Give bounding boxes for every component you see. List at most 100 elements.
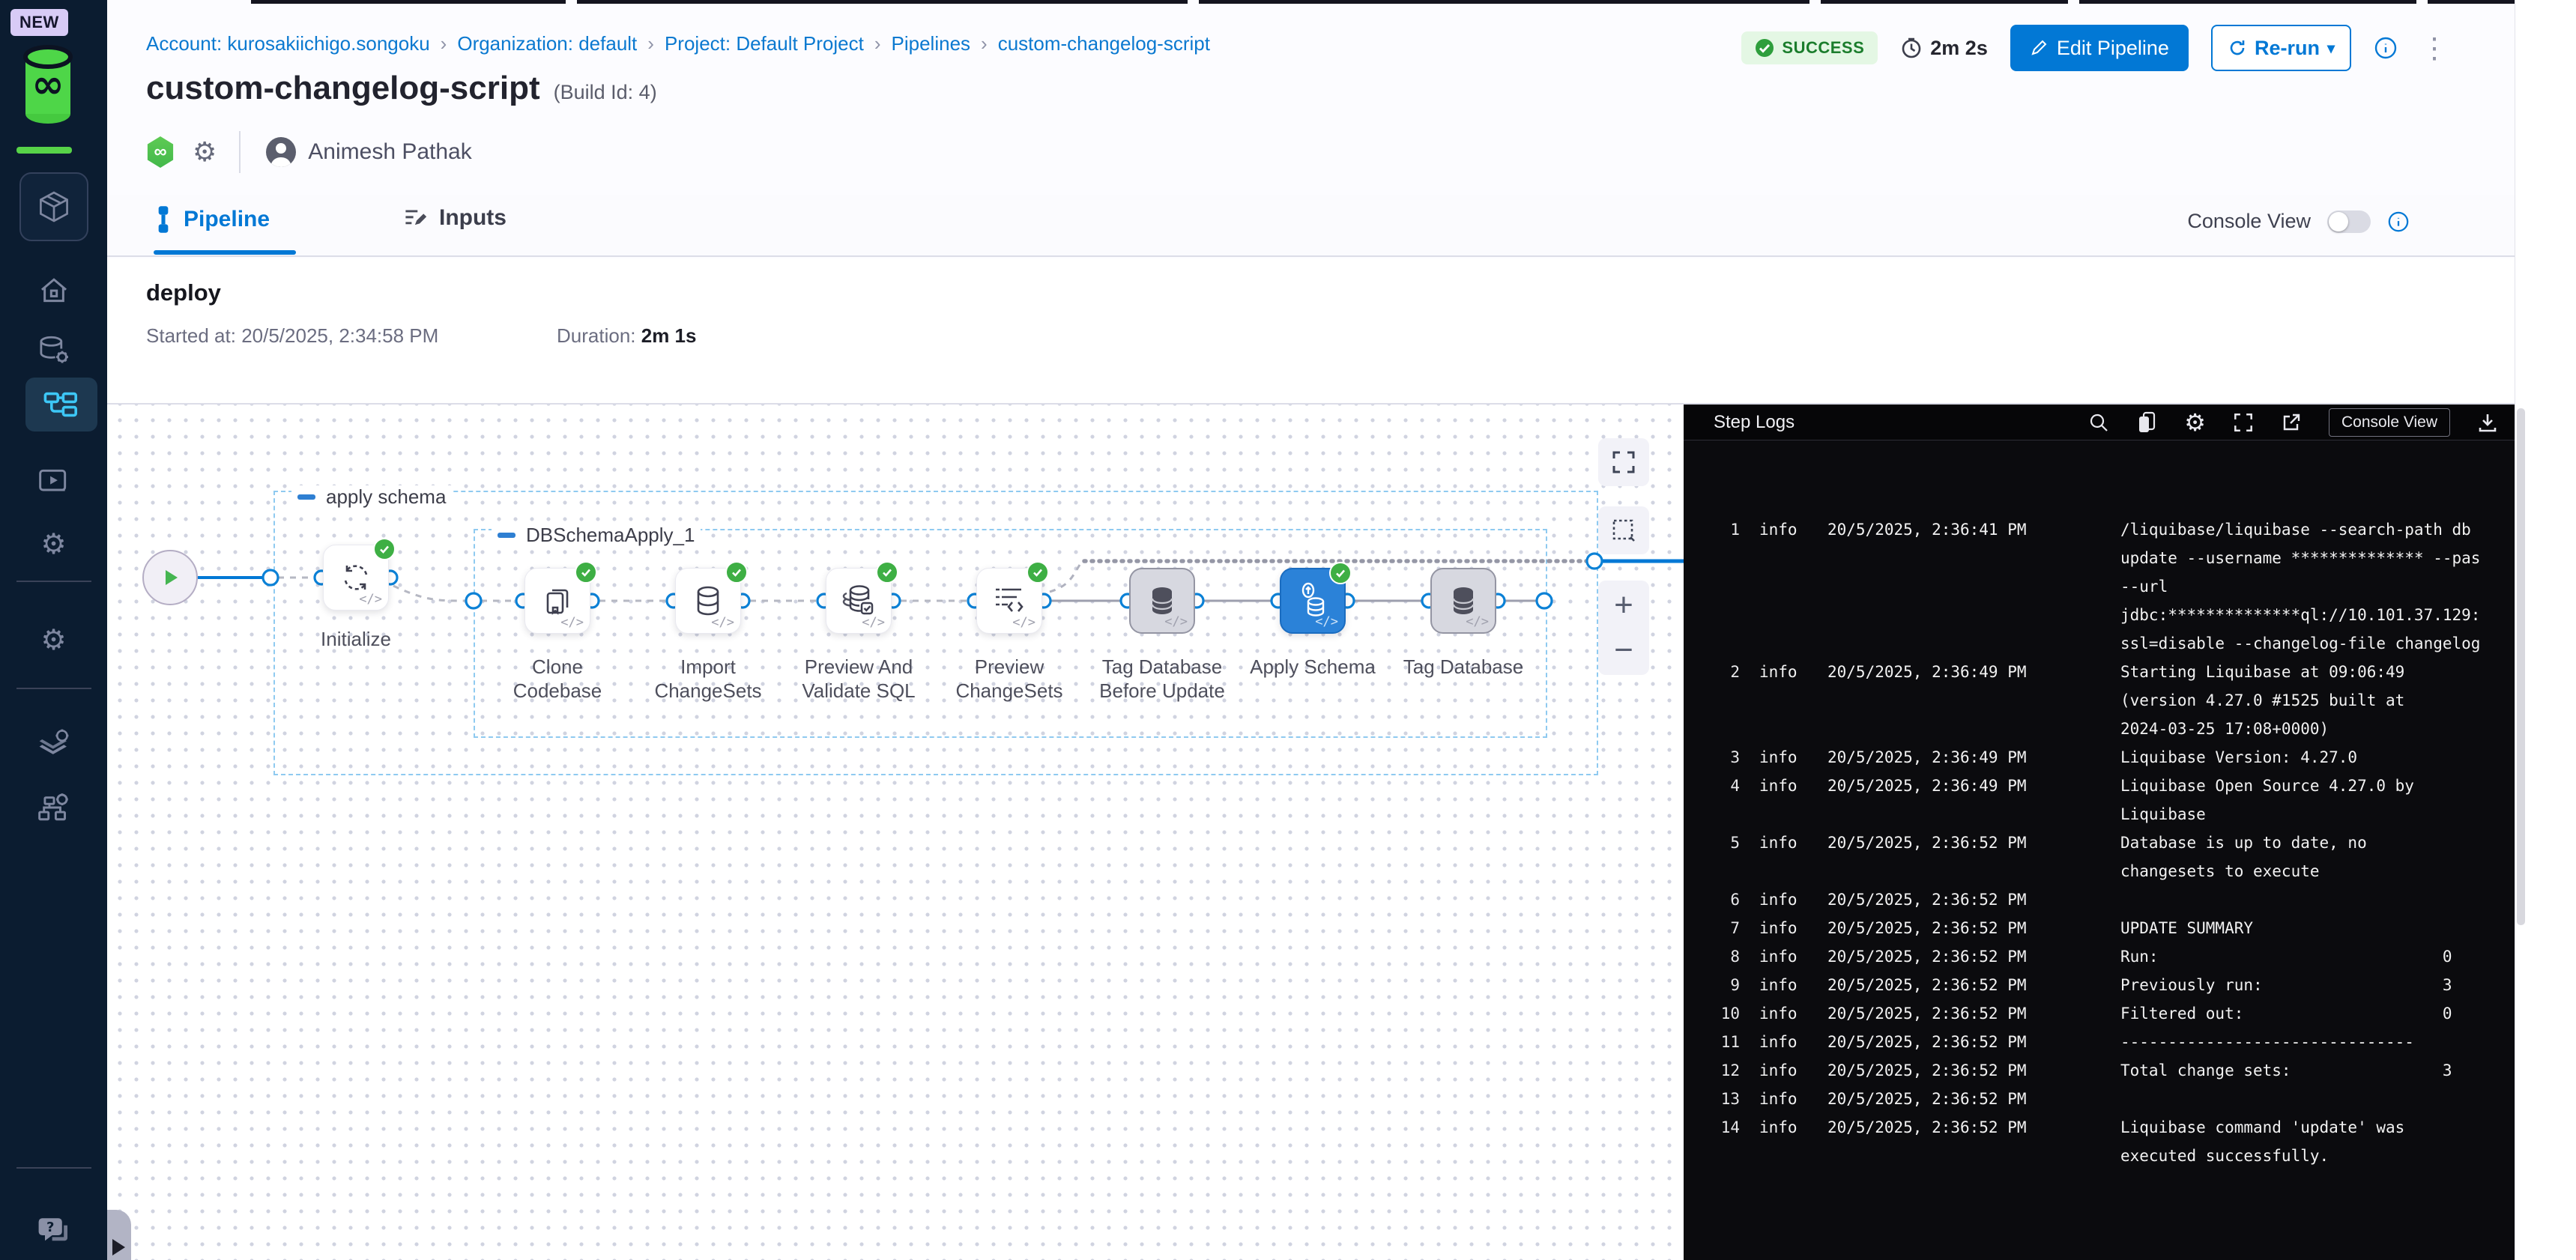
pipeline-node-initialize[interactable]: </> (323, 545, 389, 611)
sidebar-item-executions[interactable] (0, 455, 107, 508)
info-icon[interactable] (2387, 210, 2410, 233)
download-icon[interactable] (2477, 412, 2498, 433)
console-view-toggle[interactable] (2327, 210, 2371, 233)
log-line-number (1684, 1142, 1740, 1170)
pipeline-node-clone-codebase[interactable]: </> (524, 568, 590, 634)
pipeline-node-preview-and-validate-sql[interactable]: </> (826, 568, 892, 634)
log-timestamp: 20/5/2025, 2:36:52 PM (1827, 829, 2120, 857)
gear-icon[interactable]: ⚙ (193, 136, 217, 168)
info-icon[interactable] (2374, 36, 2398, 60)
svg-text:?: ? (46, 1220, 53, 1235)
canvas-zoom-control[interactable]: + − (1598, 581, 1649, 675)
log-message: Liquibase (2120, 800, 2515, 829)
canvas-marquee-select-button[interactable] (1598, 506, 1649, 554)
page-title: custom-changelog-script(Build Id: 4) (146, 70, 657, 107)
node-label: Clone Codebase (486, 655, 629, 703)
log-row: 1info20/5/2025, 2:36:41 PM/liquibase/liq… (1684, 515, 2515, 544)
log-message: ssl=disable --changelog-file changelog (2120, 629, 2515, 658)
log-row: 11info20/5/2025, 2:36:52 PM-------------… (1684, 1028, 2515, 1056)
log-level (1759, 572, 1827, 601)
node-label: Tag Database (1392, 655, 1535, 679)
pipeline-node-tag-database-before-update[interactable]: </> (1129, 568, 1195, 634)
code-icon: </> (711, 615, 734, 630)
zoom-in-icon[interactable]: + (1614, 589, 1633, 622)
tab-pipeline[interactable]: Pipeline (154, 205, 270, 234)
log-level (1759, 857, 1827, 885)
pipeline-tab-icon (154, 205, 173, 234)
breadcrumb-organization[interactable]: Organization: default (457, 32, 637, 55)
tab-inputs[interactable]: Inputs (403, 205, 507, 231)
breadcrumb-pipelines[interactable]: Pipelines (892, 32, 971, 55)
start-node[interactable] (142, 550, 198, 605)
pipeline-node-apply-schema[interactable]: </> (1280, 568, 1346, 634)
log-body[interactable]: 1info20/5/2025, 2:36:41 PM/liquibase/liq… (1684, 440, 2515, 1260)
open-external-icon[interactable] (2281, 412, 2302, 433)
log-message: Liquibase Version: 4.27.0 (2120, 743, 2515, 772)
log-level (1759, 1142, 1827, 1170)
scrollbar-track (2515, 0, 2576, 1260)
sidebar-item-pipelines[interactable] (25, 378, 97, 431)
canvas-fullscreen-button[interactable] (1598, 438, 1649, 486)
log-line-number (1684, 601, 1740, 629)
pipeline-node-preview-changesets[interactable]: </> (976, 568, 1042, 634)
build-id: (Build Id: 4) (554, 81, 657, 103)
log-message: Filtered out: 0 (2120, 999, 2515, 1028)
log-timestamp: 20/5/2025, 2:36:52 PM (1827, 1056, 2120, 1085)
log-timestamp: 20/5/2025, 2:36:49 PM (1827, 658, 2120, 686)
breadcrumb-separator: › (981, 32, 988, 55)
avatar (266, 137, 296, 167)
sidebar-item-database-settings[interactable] (0, 324, 107, 377)
sidebar-divider (16, 581, 91, 582)
log-timestamp: 20/5/2025, 2:36:52 PM (1827, 914, 2120, 942)
node-label: Tag Database Before Update (1091, 655, 1233, 703)
log-line-number: 4 (1684, 772, 1740, 800)
log-level: info (1759, 885, 1827, 914)
sidebar-item-gear[interactable]: ⚙ (0, 518, 107, 571)
cd-module-icon: ∞ (146, 136, 175, 168)
success-check-icon (725, 561, 748, 584)
log-row: 8info20/5/2025, 2:36:52 PMRun: 0 (1684, 942, 2515, 971)
sidebar-item-settings[interactable]: ⚙ (0, 614, 107, 667)
log-line-number: 11 (1684, 1028, 1740, 1056)
log-row: 3info20/5/2025, 2:36:49 PMLiquibase Vers… (1684, 743, 2515, 772)
more-options-icon[interactable]: ⋮ (2420, 31, 2449, 65)
sidebar-item-home[interactable] (0, 264, 107, 317)
log-message: Database is up to date, no (2120, 829, 2515, 857)
edit-pipeline-button[interactable]: Edit Pipeline (2010, 25, 2189, 71)
pipeline-node-import-changesets[interactable]: </> (675, 568, 741, 634)
breadcrumb-project[interactable]: Project: Default Project (665, 32, 864, 55)
play-icon (159, 566, 181, 589)
harness-logo-icon[interactable]: ∞ (22, 42, 73, 130)
log-timestamp (1827, 1142, 2120, 1170)
svg-text:∞: ∞ (31, 62, 64, 107)
fullscreen-icon[interactable] (2233, 412, 2254, 433)
pipeline-node-tag-database[interactable]: </> (1430, 568, 1496, 634)
copy-icon[interactable] (2136, 411, 2157, 434)
sidebar-item-help-chat[interactable]: ? (0, 1205, 107, 1257)
zoom-out-icon[interactable]: − (1614, 634, 1633, 667)
log-line-number: 6 (1684, 885, 1740, 914)
sidebar-item-layers-settings[interactable] (0, 718, 107, 770)
log-row: ssl=disable --changelog-file changelog (1684, 629, 2515, 658)
code-icon: </> (1164, 614, 1188, 629)
log-level (1759, 800, 1827, 829)
sidebar-item-hierarchy-settings[interactable] (0, 781, 107, 834)
scrollbar-thumb[interactable] (2517, 408, 2525, 925)
search-icon[interactable] (2088, 412, 2109, 433)
breadcrumb-account[interactable]: Account: kurosakiichigo.songoku (146, 32, 430, 55)
sidebar-item-module-cube[interactable] (19, 172, 88, 241)
clock-icon (1900, 37, 1923, 59)
console-view-button[interactable]: Console View (2329, 408, 2450, 437)
marquee-select-icon (1611, 518, 1636, 543)
stage-name: deploy (146, 279, 221, 306)
sidebar-divider (16, 1167, 91, 1169)
pipeline-canvas[interactable]: apply schema DBSchemaApply_1 (107, 405, 1684, 1260)
rerun-button[interactable]: Re-run ▾ (2211, 25, 2351, 71)
gear-icon[interactable]: ⚙ (2184, 411, 2206, 434)
expand-left-panel-flap[interactable] (107, 1210, 131, 1260)
code-icon: </> (1315, 614, 1338, 629)
breadcrumb-current[interactable]: custom-changelog-script (998, 32, 1210, 55)
code-icon: </> (560, 615, 584, 630)
elapsed-time: 2m 2s (1900, 37, 1988, 60)
log-timestamp: 20/5/2025, 2:36:52 PM (1827, 1113, 2120, 1142)
